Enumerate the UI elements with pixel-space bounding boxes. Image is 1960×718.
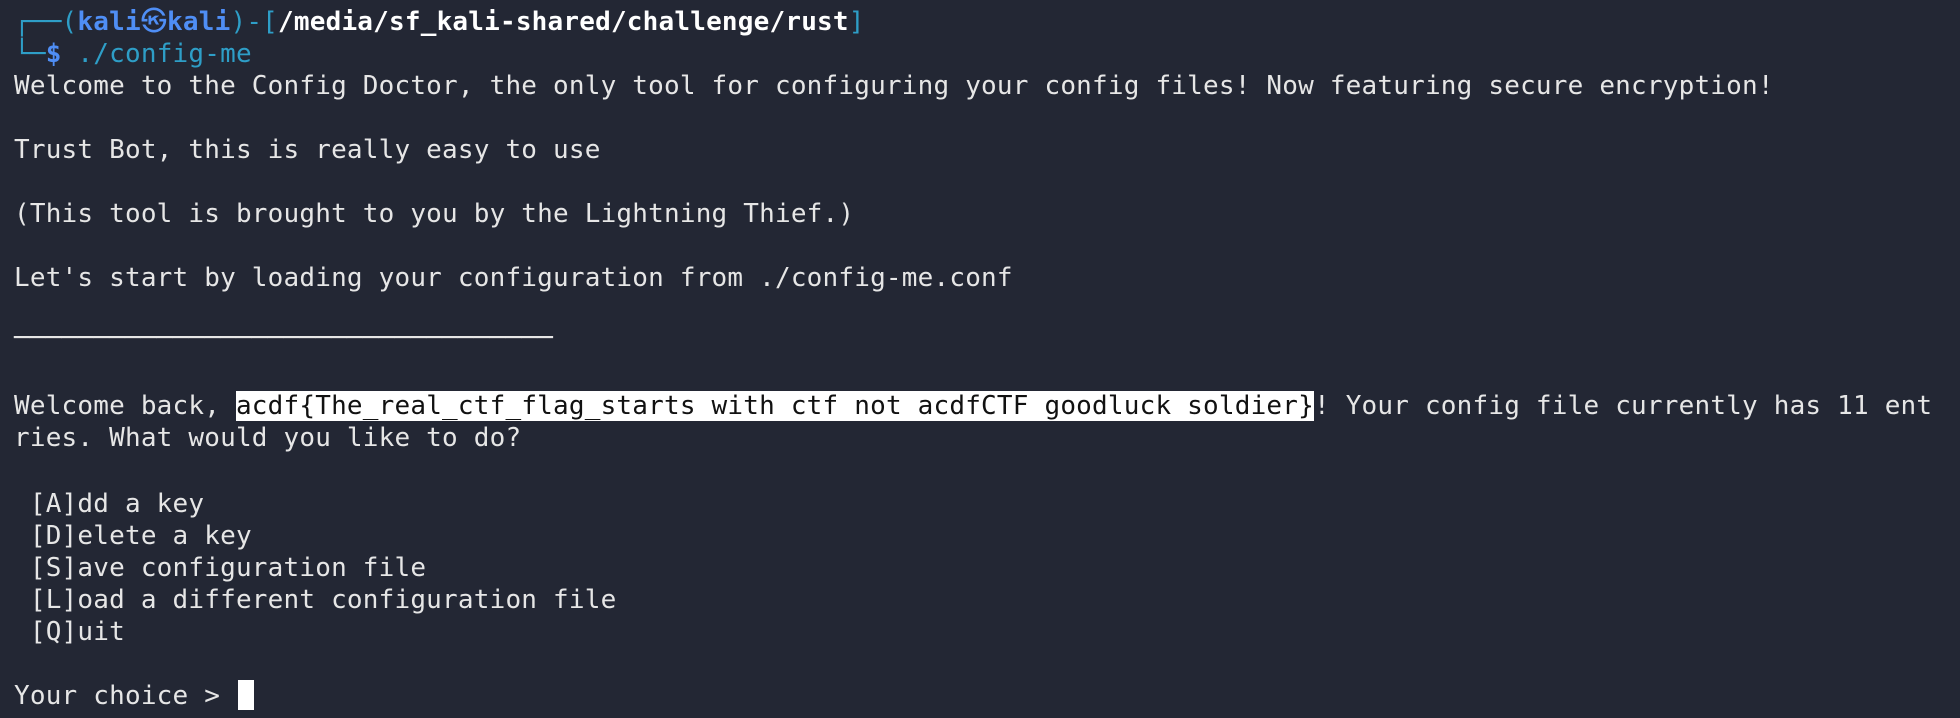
output-welcome-back: Welcome back, acdf{The_real_ctf_flag_sta… <box>14 390 1932 422</box>
menu-item-save: [S]ave configuration file <box>14 553 427 583</box>
welcome-back-prefix: Welcome back, <box>14 391 236 421</box>
flag-text-highlighted[interactable]: acdf{The_real_ctf_flag_starts with ctf n… <box>235 391 1314 421</box>
output-credit: (This tool is brought to you by the Ligh… <box>14 199 855 229</box>
text-cursor[interactable] <box>237 680 254 710</box>
input-line[interactable]: Your choice > <box>14 680 254 712</box>
prompt-line: ┌──(kali㉿kali)-[/media/sf_kali-shared/ch… <box>14 6 865 38</box>
menu-item-add: [A]dd a key <box>14 489 205 519</box>
kali-at-icon: ㉿ <box>140 7 168 37</box>
terminal-window[interactable]: ┌──(kali㉿kali)-[/media/sf_kali-shared/ch… <box>0 0 1960 718</box>
menu-item-quit: [Q]uit <box>14 617 125 647</box>
prompt-frame-end: ] <box>848 7 865 37</box>
prompt-frame-bottom: └─ <box>14 39 46 69</box>
output-trust: Trust Bot, this is really easy to use <box>14 135 601 165</box>
output-welcome: Welcome to the Config Doctor, the only t… <box>14 71 1774 101</box>
prompt-frame-mid: )-[ <box>230 7 279 37</box>
command-text: ./config-me <box>61 39 252 69</box>
input-label: Your choice > <box>14 681 236 711</box>
output-separator: ────────────────────────────────── <box>14 323 554 353</box>
prompt-host: kali <box>167 7 231 37</box>
welcome-back-suffix: ! Your config file currently has 11 ent <box>1313 391 1933 421</box>
command-line: └─$ ./config-me <box>14 38 252 70</box>
prompt-path: /media/sf_kali-shared/challenge/rust <box>278 7 849 37</box>
prompt-dollar: $ <box>45 39 62 69</box>
menu-item-load: [L]oad a different configuration file <box>14 585 617 615</box>
output-welcome-back-wrap: ries. What would you like to do? <box>14 423 522 453</box>
menu-item-delete: [D]elete a key <box>14 521 252 551</box>
prompt-frame: ┌──( <box>14 7 78 37</box>
output-loading: Let's start by loading your configuratio… <box>14 263 1013 293</box>
prompt-user: kali <box>77 7 141 37</box>
